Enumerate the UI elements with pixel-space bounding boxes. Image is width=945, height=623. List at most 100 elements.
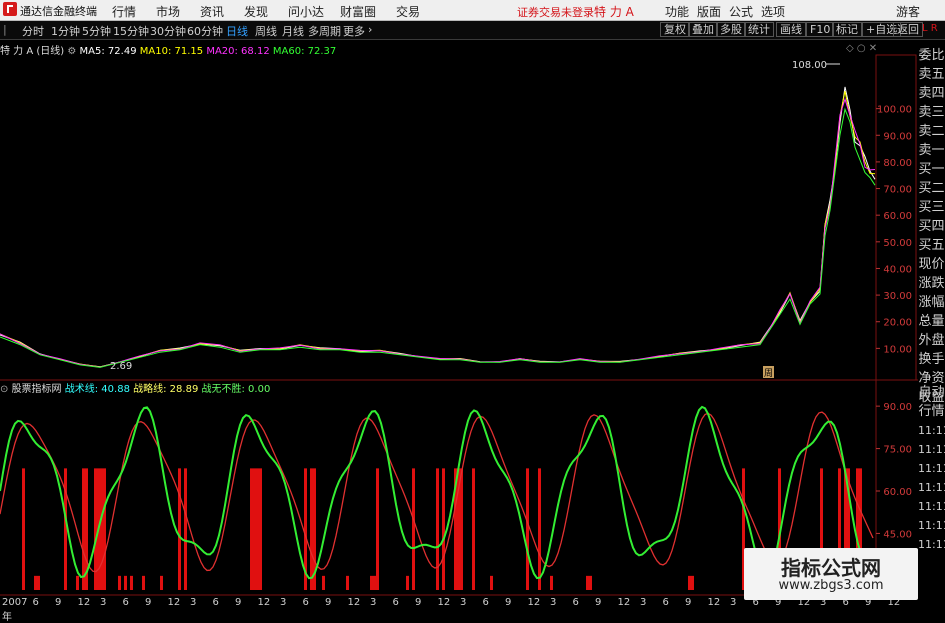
- signal-bar: [436, 468, 439, 590]
- mark-button[interactable]: 标记: [832, 22, 862, 37]
- signal-bar: [76, 575, 79, 590]
- guest-user[interactable]: 游客: [896, 3, 920, 20]
- period-weekly[interactable]: 周线: [255, 23, 277, 38]
- signal-bar: [124, 575, 127, 590]
- quote-label[interactable]: 总量: [918, 312, 945, 331]
- f10-button[interactable]: F10: [806, 22, 835, 37]
- menu-layout[interactable]: 版面: [697, 3, 721, 20]
- chevron-right-icon[interactable]: ›: [368, 23, 372, 37]
- menu-options[interactable]: 选项: [761, 3, 785, 20]
- quote-label[interactable]: 卖五: [918, 65, 945, 84]
- price-tick: 40.00: [883, 264, 912, 275]
- price-lines: [0, 86, 876, 368]
- overlay-button[interactable]: 叠加: [688, 22, 718, 37]
- ind-side-label[interactable]: 11:11: [918, 497, 945, 516]
- period-multi[interactable]: 多周期: [308, 23, 341, 38]
- date-tick: 9: [145, 597, 152, 608]
- signal-bar: [442, 468, 445, 590]
- signal-bar: [376, 468, 379, 590]
- period-30min[interactable]: 30分钟: [150, 23, 186, 38]
- quote-label[interactable]: 涨幅: [918, 293, 945, 312]
- signal-bar: [184, 468, 187, 590]
- ind-side-label[interactable]: 11:11: [918, 440, 945, 459]
- date-tick: 3: [460, 597, 467, 608]
- adjust-button[interactable]: 复权: [660, 22, 690, 37]
- period-1min[interactable]: 1分钟: [51, 23, 80, 38]
- period-15min[interactable]: 15分钟: [113, 23, 149, 38]
- date-tick: 12: [617, 597, 631, 608]
- indicator-bars: [22, 468, 862, 590]
- quote-label[interactable]: 委比: [918, 46, 945, 65]
- price-tick: 30.00: [883, 291, 912, 302]
- signal-bar: [256, 468, 262, 590]
- mark-badge-label: 周: [764, 368, 773, 379]
- quote-label[interactable]: 换手: [918, 350, 945, 369]
- corner-lr[interactable]: L R: [922, 23, 938, 34]
- date-tick: 9: [55, 597, 62, 608]
- multi-stock-button[interactable]: 多股: [716, 22, 746, 37]
- menu-trade[interactable]: 交易: [396, 3, 420, 20]
- back-button[interactable]: 返回: [893, 22, 923, 37]
- ind-side-label[interactable]: 11:11: [918, 459, 945, 478]
- period-5min[interactable]: 5分钟: [82, 23, 111, 38]
- menu-bar: 通达信金融终端 行情 市场 资讯 发现 问小达 财富圈 交易 证券交易未登录 特…: [0, 0, 945, 21]
- period-60min[interactable]: 60分钟: [187, 23, 223, 38]
- period-more[interactable]: 更多: [343, 23, 365, 38]
- period-monthly[interactable]: 月线: [282, 23, 304, 38]
- login-status[interactable]: 证券交易未登录: [517, 4, 594, 20]
- menu-ask[interactable]: 问小达: [288, 3, 324, 20]
- menu-function[interactable]: 功能: [665, 3, 689, 20]
- menu-markets[interactable]: 市场: [156, 3, 180, 20]
- watermark-title: 指标公式网: [781, 556, 881, 580]
- menu-wealth[interactable]: 财富圈: [340, 3, 376, 20]
- menu-formula[interactable]: 公式: [729, 3, 753, 20]
- ind-side-label[interactable]: 11:11: [918, 535, 945, 554]
- date-tick: 3: [550, 597, 557, 608]
- signal-bar: [22, 468, 25, 590]
- quote-label[interactable]: 卖一: [918, 141, 945, 160]
- quote-label[interactable]: 买五: [918, 236, 945, 255]
- menu-toggle-icon[interactable]: |: [3, 23, 7, 37]
- ma-line: [0, 86, 876, 368]
- draw-button[interactable]: 画线: [776, 22, 806, 37]
- signal-bar: [550, 575, 553, 590]
- quote-label[interactable]: 买一: [918, 160, 945, 179]
- ind-side-label[interactable]: 11:11: [918, 478, 945, 497]
- quote-label[interactable]: 卖四: [918, 84, 945, 103]
- quote-label[interactable]: 卖二: [918, 122, 945, 141]
- signal-bar: [688, 575, 694, 590]
- quote-label[interactable]: 涨跌: [918, 274, 945, 293]
- ind-settings-icon[interactable]: ⊙: [0, 384, 12, 395]
- signal-bar: [406, 575, 409, 590]
- date-tick: 9: [235, 597, 242, 608]
- period-daily[interactable]: 日线: [226, 23, 248, 38]
- price-tick: 90.00: [883, 131, 912, 142]
- watermark: 指标公式网 www.zbgs3.com: [744, 548, 918, 600]
- ind-side-label[interactable]: 自动: [918, 383, 945, 402]
- quote-label[interactable]: 卖三: [918, 103, 945, 122]
- chart-canvas: 100.00 90.00 80.00 70.00 60.00 50.00 40.00 30.0…: [0, 54, 918, 596]
- ind-side-label[interactable]: 11:11: [918, 516, 945, 535]
- quote-label[interactable]: 买二: [918, 179, 945, 198]
- menu-discover[interactable]: 发现: [244, 3, 268, 20]
- price-tick: 10.00: [883, 344, 912, 355]
- menu-news[interactable]: 资讯: [200, 3, 224, 20]
- menu-market[interactable]: 行情: [112, 3, 136, 20]
- quote-label[interactable]: 外盘: [918, 331, 945, 350]
- signal-bar: [346, 575, 349, 590]
- watermark-url: www.zbgs3.com: [778, 578, 884, 593]
- quote-label[interactable]: 现价: [918, 255, 945, 274]
- date-tick: 12: [707, 597, 721, 608]
- period-tick[interactable]: 分时: [22, 23, 44, 38]
- ind-side-label[interactable]: 11:11: [918, 421, 945, 440]
- quote-label[interactable]: 买三: [918, 198, 945, 217]
- signal-bar: [460, 468, 463, 590]
- quote-label[interactable]: 买四: [918, 217, 945, 236]
- signal-bar: [118, 575, 121, 590]
- ma-line: [0, 91, 876, 368]
- signal-bar: [526, 468, 529, 590]
- signal-bar: [160, 575, 163, 590]
- ind-side-label[interactable]: 行情: [918, 402, 945, 421]
- stats-button[interactable]: 统计: [744, 22, 774, 37]
- date-tick: 6: [482, 597, 489, 608]
